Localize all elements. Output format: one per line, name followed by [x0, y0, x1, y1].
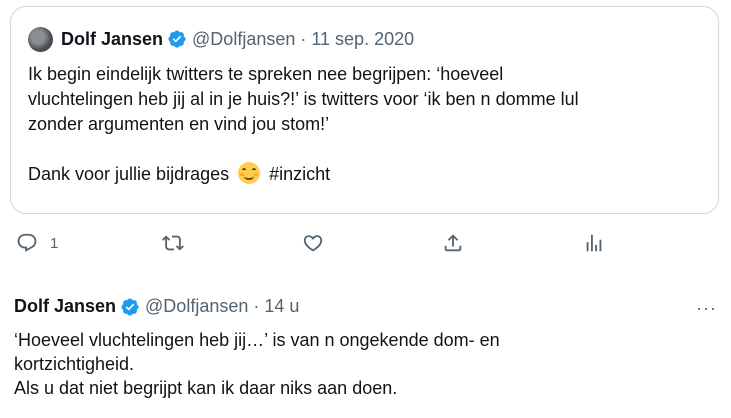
tweet-text-line: zonder argumenten en vind jou stom!’ — [28, 114, 330, 134]
paragraph-break — [28, 137, 708, 162]
author-handle[interactable]: @Dolfjansen — [192, 29, 295, 50]
quoted-tweet-card[interactable]: Dolf Jansen @Dolfjansen · 11 sep. 2020 I… — [10, 6, 719, 214]
reply-tweet-text: ‘Hoeveel vluchtelingen heb jij…’ is van … — [14, 328, 704, 400]
share-button[interactable] — [442, 232, 464, 254]
quoted-tweet-header: Dolf Jansen @Dolfjansen · 11 sep. 2020 — [28, 25, 414, 53]
like-button[interactable] — [302, 232, 324, 254]
smiling-face-emoji-icon — [238, 162, 261, 184]
reply-tweet-header: Dolf Jansen @Dolfjansen · 14 u — [14, 296, 299, 317]
separator-dot: · — [253, 296, 260, 316]
tweet-text-line: vluchtelingen heb jij al in je huis?!’ i… — [28, 89, 579, 109]
reply-icon — [16, 232, 38, 254]
reply-button[interactable]: 1 — [16, 232, 58, 254]
tweet-text-line: Ik begin eindelijk twitters te spreken n… — [28, 64, 504, 84]
reply-tweet[interactable]: Dolf Jansen @Dolfjansen · 14 u ··· ‘Hoev… — [0, 288, 731, 418]
author-name[interactable]: Dolf Jansen — [14, 296, 116, 317]
verified-badge-icon — [167, 29, 187, 49]
tweet-time[interactable]: 14 u — [264, 296, 299, 317]
tweet-text-line: kortzichtigheid. — [14, 354, 135, 374]
like-icon — [302, 232, 324, 254]
verified-badge-icon — [120, 297, 140, 317]
reply-count: 1 — [50, 234, 59, 252]
closing-text: Dank voor jullie bijdrages — [28, 164, 230, 184]
analytics-icon — [583, 232, 605, 254]
hashtag-link[interactable]: #inzicht — [269, 164, 330, 184]
more-options-icon[interactable]: ··· — [696, 298, 717, 319]
share-icon — [442, 232, 464, 254]
avatar[interactable] — [28, 26, 53, 52]
author-name[interactable]: Dolf Jansen — [61, 29, 163, 50]
retweet-button[interactable] — [162, 232, 184, 254]
tweet-date[interactable]: 11 sep. 2020 — [311, 29, 414, 50]
analytics-button[interactable] — [583, 232, 605, 254]
tweet-text-line: Als u dat niet begrijpt kan ik daar niks… — [14, 378, 398, 398]
tweet-action-bar: 1 — [0, 232, 731, 262]
tweet-text-line: ‘Hoeveel vluchtelingen heb jij…’ is van … — [14, 330, 500, 350]
separator-dot: · — [300, 28, 307, 49]
retweet-icon — [162, 232, 184, 254]
tweet-text-closing: Dank voor jullie bijdrages #inzicht — [28, 162, 708, 187]
quoted-tweet-text: Ik begin eindelijk twitters te spreken n… — [28, 62, 708, 187]
author-handle[interactable]: @Dolfjansen — [145, 296, 248, 317]
